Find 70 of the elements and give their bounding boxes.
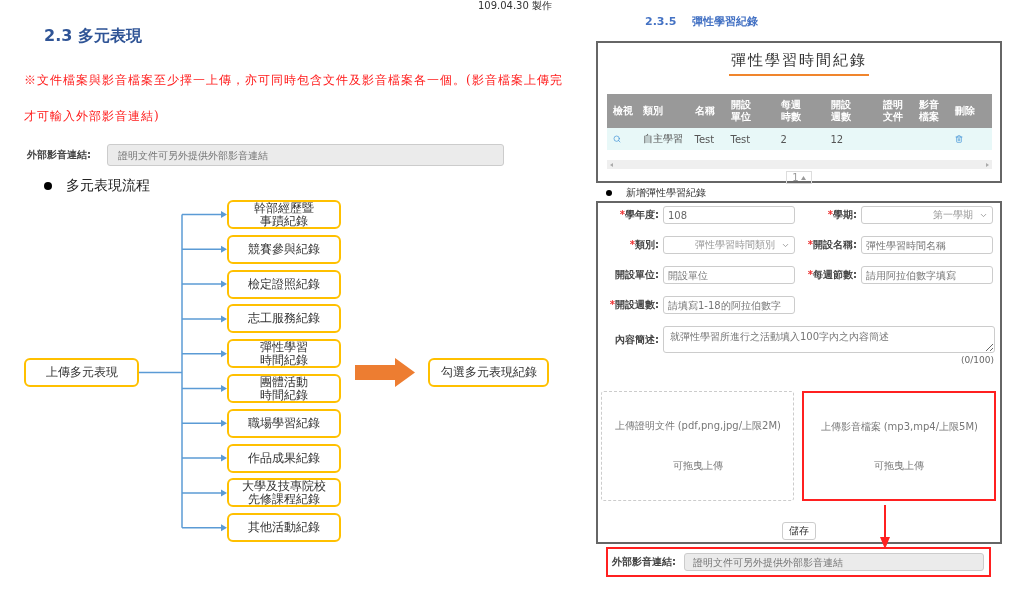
upload-hint: 可拖曳上傳 <box>672 459 723 473</box>
flow-node: 幹部經歷暨事蹟紀錄 <box>227 200 341 229</box>
table-cell-text: 12 <box>830 133 845 145</box>
caret-up-icon <box>800 175 806 180</box>
field-label: *學年度: <box>618 208 660 222</box>
upload-hint: 可拖曳上傳 <box>874 458 925 473</box>
subsection-title: 彈性學習紀錄 <box>692 14 759 30</box>
column-header: 開設單位 <box>730 99 752 123</box>
section-title: 2.3 多元表現 <box>44 26 143 46</box>
bullet-text: 多元表現流程 <box>66 177 150 195</box>
scrollbar[interactable] <box>606 160 992 169</box>
input-field[interactable]: 彈性學習時間名稱 <box>861 236 993 254</box>
bullet-text: 新增彈性學習紀錄 <box>626 186 706 200</box>
table-cell-text: Test <box>730 133 752 145</box>
column-header: 類別 <box>642 105 664 117</box>
flow-node: 作品成果紀錄 <box>227 443 341 473</box>
scroll-right-icon[interactable] <box>985 162 989 167</box>
field-label: 外部影音連結: <box>27 148 92 162</box>
flow-node: 彈性學習時間紀錄 <box>227 339 341 369</box>
field-label: *開設週數: <box>608 298 660 312</box>
input-field[interactable]: 請填寫1-18的阿拉伯數字 <box>663 296 795 314</box>
search-icon[interactable] <box>612 135 621 143</box>
flow-node: 大學及技專院校先修課程紀錄 <box>227 478 341 508</box>
select-field[interactable]: 第一學期 <box>861 206 993 224</box>
flow-node: 競賽參與紀錄 <box>227 234 341 264</box>
field-label: *類別: <box>628 238 660 252</box>
column-header: 每週時數 <box>780 99 802 123</box>
header-note: 109.04.30 製作 <box>477 0 552 12</box>
upload-dropzone[interactable]: 上傳影音檔案 (mp3,mp4/上限5M) 可拖曳上傳 <box>802 391 996 501</box>
column-header: 證明文件 <box>882 99 904 123</box>
bullet-icon <box>606 190 612 196</box>
notice-text: ※文件檔案與影音檔案至少擇一上傳，亦可同時包含文件及影音檔案各一個。(影音檔案上傳完才可輸入外部影音連結) <box>24 72 564 125</box>
pagination-button[interactable]: 1 <box>786 171 812 184</box>
input-field[interactable]: 請用阿拉伯數字填寫 <box>861 266 993 284</box>
table-cell-text: Test <box>694 133 716 145</box>
bullet-icon <box>44 182 52 190</box>
field-label: 開設單位: <box>614 268 660 282</box>
field-label: *學期: <box>826 208 858 222</box>
save-button[interactable]: 儲存 <box>781 522 816 540</box>
field-label: 內容簡述: <box>614 332 660 347</box>
upload-dropzone[interactable]: 上傳證明文件 (pdf,png,jpg/上限2M) 可拖曳上傳 <box>601 391 795 501</box>
scroll-left-icon[interactable] <box>609 162 613 167</box>
flow-node: 職場學習紀錄 <box>227 408 341 438</box>
upload-title: 上傳影音檔案 (mp3,mp4/上限5M) <box>820 419 978 434</box>
flow-node: 其他活動紀錄 <box>227 513 341 543</box>
column-header: 名稱 <box>694 105 716 117</box>
table-cell-text: 2 <box>780 133 788 145</box>
flow-node: 檢定證照紀錄 <box>227 269 341 299</box>
trash-icon[interactable] <box>954 135 963 143</box>
field-label: 外部影音連結: <box>612 555 677 569</box>
panel-title: 彈性學習時間紀錄 <box>729 51 869 76</box>
column-header: 刪除 <box>954 105 976 117</box>
description-field[interactable]: 就彈性學習所進行之活動填入100字內之內容簡述 <box>663 326 995 353</box>
subsection-number: 2.3.5 <box>645 14 677 30</box>
character-counter: (0/100) <box>961 355 994 365</box>
select-field[interactable]: 彈性學習時間類別 <box>663 236 795 254</box>
column-header: 檢視 <box>612 105 634 117</box>
field-label: *開設名稱: <box>806 238 858 252</box>
flow-node: 上傳多元表現 <box>24 358 139 387</box>
column-header: 影音檔案 <box>918 99 940 123</box>
column-header: 開設週數 <box>830 99 852 123</box>
input-field[interactable]: 開設單位 <box>663 266 795 284</box>
flow-node: 勾選多元表現紀錄 <box>428 358 549 387</box>
flow-node: 團體活動時間紀錄 <box>227 374 341 403</box>
input-field[interactable]: 108 <box>663 206 795 224</box>
upload-title: 上傳證明文件 (pdf,png,jpg/上限2M) <box>614 419 781 433</box>
field-label: *每週節數: <box>806 268 858 282</box>
block-arrow <box>355 358 415 387</box>
flow-node: 志工服務紀錄 <box>227 304 341 334</box>
table-cell-text: 自主學習 <box>642 132 684 146</box>
